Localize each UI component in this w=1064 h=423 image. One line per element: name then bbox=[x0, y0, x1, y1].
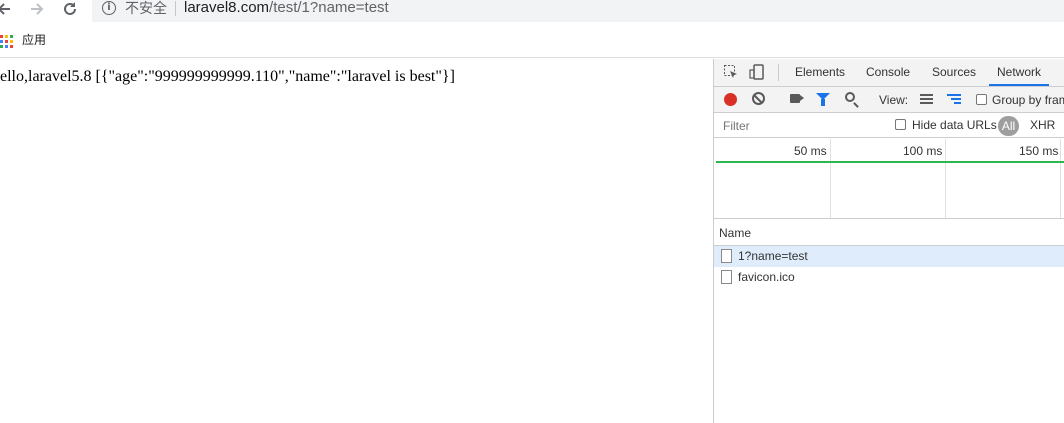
page-viewport: hello,laravel5.8 [{"age":"999999999999.1… bbox=[0, 59, 713, 423]
tab-console[interactable]: Console bbox=[858, 59, 918, 86]
document-icon bbox=[721, 270, 732, 284]
clear-icon[interactable] bbox=[752, 92, 765, 105]
tab-network[interactable]: Network bbox=[989, 59, 1050, 86]
tab-elements[interactable]: Elements bbox=[787, 59, 853, 86]
group-by-frame-label: Group by frame bbox=[992, 93, 1064, 107]
filter-funnel-icon[interactable] bbox=[816, 93, 830, 106]
filter-bar: Hide data URLs All XHR bbox=[714, 114, 1064, 138]
page-body-text: hello,laravel5.8 [{"age":"999999999999.1… bbox=[0, 68, 455, 85]
record-icon[interactable] bbox=[724, 93, 737, 106]
apps-bookmark[interactable]: 应用 bbox=[22, 33, 46, 48]
overview-waterfall-icon[interactable] bbox=[947, 94, 961, 105]
devtools-tab-bar: Elements Console Sources Network bbox=[714, 59, 1064, 87]
reload-icon[interactable] bbox=[61, 0, 79, 18]
timeline-tick-50ms: 50 ms bbox=[794, 144, 827, 158]
hide-data-urls-label: Hide data URLs bbox=[912, 118, 997, 132]
request-name: 1?name=test bbox=[738, 249, 808, 263]
timeline-load-bar bbox=[716, 161, 1064, 163]
info-icon[interactable]: i bbox=[102, 1, 116, 15]
filter-all-button[interactable]: All bbox=[998, 116, 1019, 136]
url-host: laravel8.com bbox=[184, 0, 270, 16]
tab-sources[interactable]: Sources bbox=[924, 59, 984, 86]
url-path: /test/1?name=test bbox=[269, 0, 389, 16]
hide-data-urls-checkbox[interactable] bbox=[895, 119, 906, 130]
requests-column-header[interactable]: Name bbox=[714, 220, 1064, 246]
timeline-overview[interactable]: 50 ms 100 ms 150 ms bbox=[714, 139, 1064, 219]
network-toolbar: View: Group by frame bbox=[714, 87, 1064, 113]
inspect-element-icon[interactable] bbox=[723, 64, 739, 80]
request-row[interactable]: 1?name=test bbox=[714, 246, 1064, 267]
timeline-gridline bbox=[830, 139, 831, 218]
large-rows-icon[interactable] bbox=[920, 94, 933, 105]
address-divider bbox=[175, 1, 176, 16]
request-name: favicon.ico bbox=[738, 270, 795, 284]
timeline-tick-100ms: 100 ms bbox=[903, 144, 943, 158]
timeline-gridline bbox=[945, 139, 946, 218]
address-bar[interactable]: i 不安全 laravel8.com/test/1?name=test bbox=[92, 0, 1064, 22]
view-label: View: bbox=[879, 93, 909, 107]
devtools-panel: Elements Console Sources Network View: G… bbox=[713, 59, 1064, 423]
filter-xhr-button[interactable]: XHR bbox=[1030, 118, 1055, 132]
forward-arrow-icon[interactable] bbox=[28, 0, 46, 18]
apps-grid-icon[interactable] bbox=[0, 35, 13, 48]
timeline-gridline bbox=[1060, 139, 1061, 218]
browser-toolbar: i 不安全 laravel8.com/test/1?name=test bbox=[0, 0, 1064, 22]
tab-divider bbox=[778, 64, 779, 81]
screenshot-camera-icon[interactable] bbox=[790, 94, 800, 103]
request-row[interactable]: favicon.ico bbox=[714, 267, 1064, 288]
device-toolbar-icon[interactable] bbox=[749, 64, 765, 80]
search-icon[interactable] bbox=[845, 92, 855, 102]
back-arrow-icon[interactable] bbox=[0, 0, 14, 18]
group-by-frame-checkbox[interactable] bbox=[976, 94, 987, 105]
bookmarks-bar: 应用 bbox=[0, 28, 1064, 58]
security-label[interactable]: 不安全 bbox=[125, 0, 167, 16]
url-text[interactable]: laravel8.com/test/1?name=test bbox=[184, 0, 389, 17]
document-icon bbox=[721, 249, 732, 263]
filter-input[interactable] bbox=[718, 117, 882, 135]
timeline-tick-150ms: 150 ms bbox=[1019, 144, 1059, 158]
name-column-label: Name bbox=[719, 226, 752, 240]
